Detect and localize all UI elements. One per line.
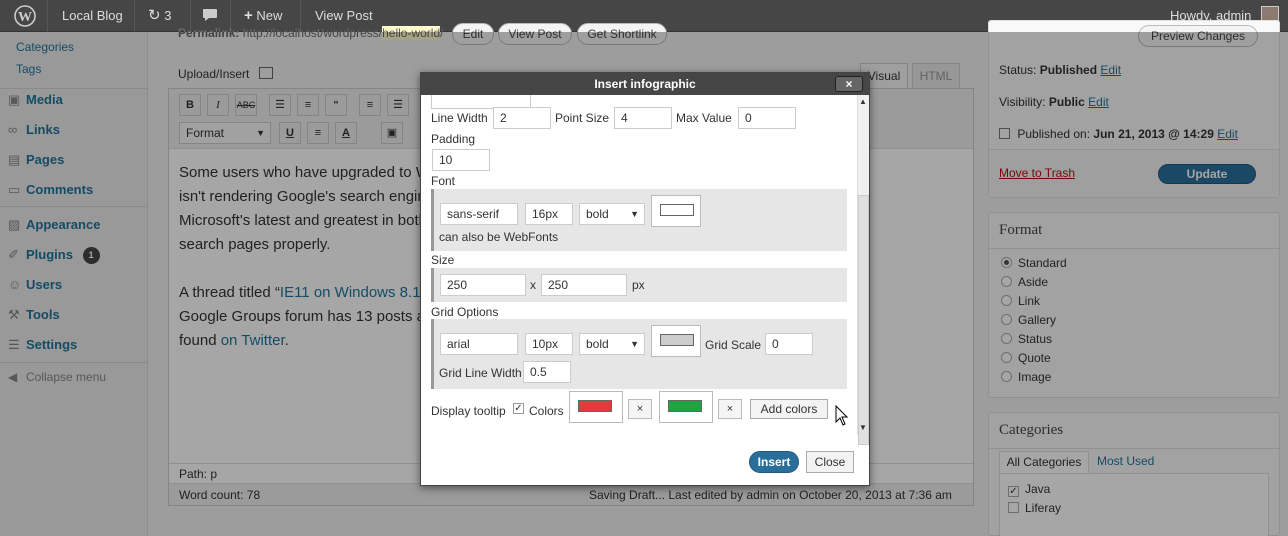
dialog-title: Insert infographic <box>594 77 696 91</box>
scroll-down-arrow-icon[interactable]: ▼ <box>859 423 867 432</box>
font-options-group: sans-serif 16px bold can also be WebFont… <box>431 189 847 251</box>
padding-input[interactable]: 10 <box>432 149 490 171</box>
webfonts-note: can also be WebFonts <box>439 230 559 244</box>
display-tooltip-checkbox[interactable]: ✓ <box>513 403 524 414</box>
refresh-icon: ↻ <box>148 7 161 24</box>
font-label: Font <box>431 174 456 188</box>
grid-scale-input[interactable]: 0 <box>765 333 813 355</box>
grid-font-weight-select[interactable]: bold <box>579 333 645 355</box>
grid-options-group: arial 10px bold Grid Scale 0 Grid Line W… <box>431 319 847 389</box>
color-2-picker[interactable] <box>659 391 713 423</box>
grid-line-width-label: Grid Line Width <box>439 366 522 380</box>
scroll-thumb[interactable] <box>858 195 869 445</box>
colors-label: Colors <box>529 404 564 418</box>
dialog-scrollbar[interactable]: ▲ ▼ <box>857 95 869 445</box>
line-width-label: Line Width <box>431 111 488 125</box>
max-value-input[interactable]: 0 <box>738 107 796 129</box>
grid-font-size-input[interactable]: 10px <box>525 333 573 355</box>
close-button[interactable]: Close <box>806 451 854 473</box>
scroll-up-arrow-icon[interactable]: ▲ <box>859 97 867 106</box>
insert-infographic-dialog: Insert infographic × Line Width 2 Point … <box>420 72 870 486</box>
plus-icon: + <box>244 7 253 24</box>
site-name-link[interactable]: Local Blog <box>62 0 123 32</box>
point-size-label: Point Size <box>555 111 610 125</box>
dialog-titlebar: Insert infographic × <box>421 73 869 95</box>
svg-text:W: W <box>18 10 32 25</box>
grid-font-input[interactable]: arial <box>440 333 518 355</box>
dialog-body: Line Width 2 Point Size 4 Max Value 0 Pa… <box>421 95 857 435</box>
mouse-cursor-icon <box>835 405 849 426</box>
size-label: Size <box>431 253 455 267</box>
size-options-group: 250 x 250 px <box>431 268 847 302</box>
display-tooltip-label: Display tooltip <box>431 404 506 418</box>
grid-line-width-input[interactable]: 0.5 <box>523 361 571 383</box>
max-value-label: Max Value <box>676 111 732 125</box>
color-1-picker[interactable] <box>569 391 623 423</box>
padding-label: Padding <box>431 132 476 146</box>
x-separator: x <box>530 278 536 292</box>
new-label: New <box>256 8 283 23</box>
font-color-picker[interactable] <box>651 195 701 227</box>
grid-color-picker[interactable] <box>651 325 701 357</box>
font-weight-select[interactable]: bold <box>579 203 645 225</box>
insert-button[interactable]: Insert <box>749 451 799 473</box>
color-1-swatch <box>578 400 612 412</box>
point-size-input[interactable]: 4 <box>614 107 672 129</box>
grid-color-swatch <box>660 334 694 346</box>
remove-color-1-button[interactable]: × <box>628 399 652 419</box>
remove-color-2-button[interactable]: × <box>718 399 742 419</box>
updates-link[interactable]: ↻ 3 <box>148 0 171 32</box>
updates-count: 3 <box>164 8 172 23</box>
width-input[interactable]: 250 <box>440 274 526 296</box>
grid-options-label: Grid Options <box>431 305 499 319</box>
height-input[interactable]: 250 <box>541 274 627 296</box>
px-unit: px <box>632 278 645 292</box>
color-2-swatch <box>668 400 702 412</box>
add-colors-button[interactable]: Add colors <box>750 399 828 419</box>
font-color-swatch <box>660 204 694 216</box>
font-family-input[interactable]: sans-serif <box>440 203 518 225</box>
grid-scale-label: Grid Scale <box>705 338 762 352</box>
dialog-close-icon[interactable]: × <box>835 76 863 92</box>
font-size-input[interactable]: 16px <box>525 203 573 225</box>
wordpress-logo-icon[interactable]: W <box>14 0 38 32</box>
line-width-input[interactable]: 2 <box>493 107 551 129</box>
